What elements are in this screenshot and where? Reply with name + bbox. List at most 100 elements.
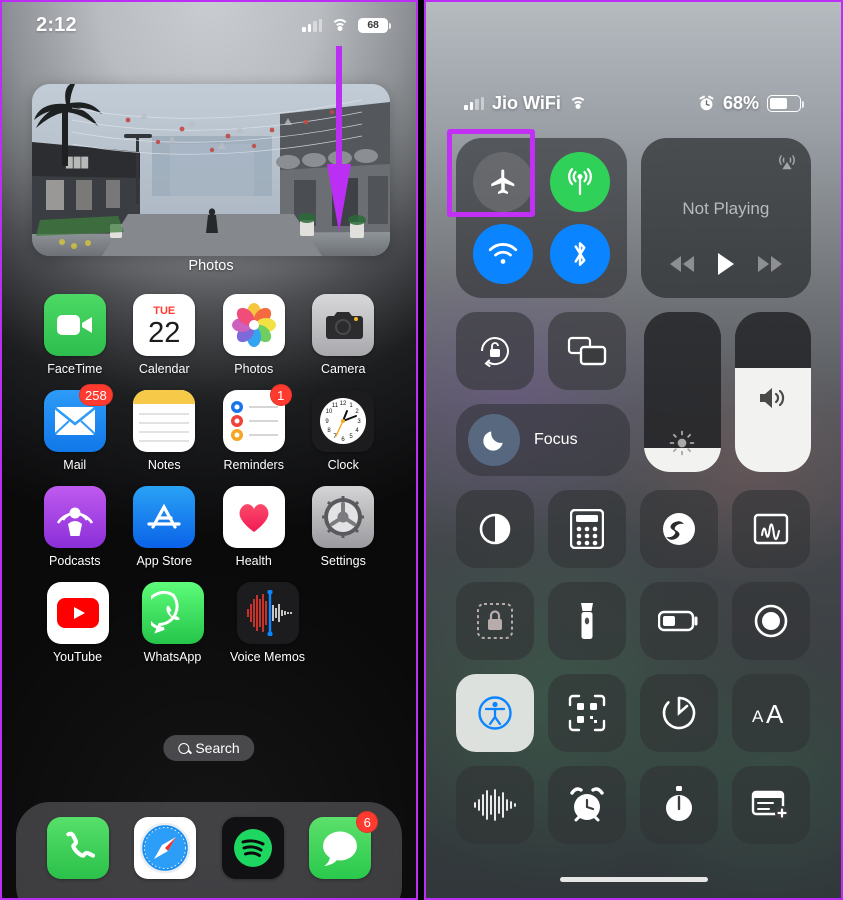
- text-size-shortcut[interactable]: A A: [732, 674, 810, 752]
- app-app-store[interactable]: App Store: [120, 486, 210, 568]
- messages-badge: 6: [356, 811, 379, 833]
- app-label: WhatsApp: [143, 650, 202, 664]
- control-row-connectivity: Not Playing: [447, 129, 811, 298]
- app-settings[interactable]: Settings: [299, 486, 389, 568]
- screen-lock-shortcut[interactable]: [456, 582, 534, 660]
- dock-app-spotify[interactable]: [221, 817, 284, 879]
- brightness-slider[interactable]: [644, 312, 721, 472]
- shazam-shortcut[interactable]: [640, 490, 718, 568]
- dark-mode-toggle[interactable]: [456, 490, 534, 568]
- search-label: Search: [195, 740, 240, 756]
- screen-record-toggle[interactable]: [732, 582, 810, 660]
- volume-icon-wrap: [735, 384, 812, 412]
- screen-mirroring-toggle[interactable]: [548, 312, 626, 390]
- app-clock[interactable]: 12 1 2 3 4567 8 9 10 11 Clock: [299, 390, 389, 472]
- screen-mirroring-icon: [567, 336, 607, 366]
- stopwatch-icon: [666, 786, 692, 821]
- quick-note-shortcut[interactable]: [732, 766, 810, 844]
- app-reminders[interactable]: 1 Reminders: [209, 384, 299, 472]
- app-camera[interactable]: Camera: [299, 294, 389, 376]
- app-mail[interactable]: 258 Mail: [30, 384, 120, 472]
- low-power-mode-toggle[interactable]: [640, 582, 718, 660]
- alarm-icon: [699, 95, 714, 110]
- control-center-grid: Not Playing Focus A A: [447, 129, 812, 858]
- notes-markup-shortcut[interactable]: [732, 490, 810, 568]
- screen-lock-icon: [477, 603, 513, 639]
- app-calendar[interactable]: TUE 22 Calendar: [120, 294, 210, 376]
- alarm-shortcut[interactable]: [548, 766, 626, 844]
- control-row-4: [456, 582, 811, 660]
- media-playback-module[interactable]: Not Playing: [640, 138, 811, 298]
- dock-app-safari[interactable]: [134, 817, 197, 879]
- app-whatsapp[interactable]: WhatsApp: [125, 582, 220, 664]
- qr-scanner-shortcut[interactable]: [548, 674, 626, 752]
- flashlight-toggle[interactable]: [548, 582, 626, 660]
- dock-app-messages[interactable]: 6: [309, 811, 379, 879]
- photos-icon: [222, 294, 285, 356]
- toggles-top-row: [456, 312, 630, 390]
- home-status-bar: 2:12 68: [2, 2, 416, 48]
- timer-icon: [662, 696, 696, 730]
- app-label: YouTube: [52, 650, 103, 664]
- app-label: Photos: [234, 362, 274, 376]
- battery-icon: 68: [358, 17, 391, 33]
- app-facetime[interactable]: FaceTime: [30, 294, 120, 376]
- bluetooth-toggle[interactable]: [550, 224, 610, 284]
- spotify-icon: [221, 817, 284, 879]
- rotation-lock-toggle[interactable]: [456, 312, 534, 390]
- accessibility-shortcut[interactable]: [456, 674, 534, 752]
- calculator-shortcut[interactable]: [548, 490, 626, 568]
- health-icon: [222, 486, 285, 548]
- qr-code-scanner-icon: [568, 694, 606, 732]
- volume-slider[interactable]: [734, 312, 812, 472]
- app-grid: FaceTime TUE 22 Calendar Photos Camera 2…: [2, 294, 416, 678]
- app-health[interactable]: Health: [209, 486, 299, 568]
- airplay-icon[interactable]: [776, 150, 798, 172]
- rewind-icon[interactable]: [669, 256, 695, 272]
- brightness-icon-wrap: [644, 430, 721, 456]
- calculator-icon: [570, 509, 604, 549]
- cellular-signal-icon: [464, 96, 484, 110]
- svg-text:10: 10: [326, 409, 333, 415]
- app-photos[interactable]: Photos: [209, 294, 299, 376]
- bluetooth-icon: [574, 242, 586, 266]
- stopwatch-shortcut[interactable]: [640, 766, 718, 844]
- cellular-data-toggle[interactable]: [550, 152, 610, 212]
- app-row: YouTube WhatsApp Voice Memos: [2, 582, 416, 664]
- app-label: Podcasts: [49, 554, 101, 568]
- wifi-icon: [568, 96, 587, 110]
- app-label: Voice Memos: [229, 650, 306, 664]
- toggles-column: Focus: [456, 312, 630, 476]
- app-podcasts[interactable]: Podcasts: [30, 486, 120, 568]
- widget-label: Photos: [188, 258, 234, 274]
- shazam-icon: [663, 513, 695, 545]
- control-row-5: A A: [456, 674, 811, 752]
- svg-text:A: A: [752, 707, 764, 726]
- search-pill[interactable]: Search: [163, 735, 255, 761]
- dark-mode-icon: [479, 513, 511, 545]
- fast-forward-icon[interactable]: [757, 256, 783, 272]
- media-title: Not Playing: [682, 199, 770, 218]
- notes-icon: [133, 390, 196, 452]
- low-power-mode-icon: [658, 610, 698, 632]
- calendar-icon: TUE 22: [133, 294, 196, 356]
- timer-shortcut[interactable]: [640, 674, 718, 752]
- app-youtube[interactable]: YouTube: [30, 582, 125, 664]
- status-left-group: Jio WiFi: [464, 93, 587, 114]
- podcasts-icon: [43, 486, 106, 548]
- youtube-icon: [46, 582, 109, 644]
- home-indicator[interactable]: [559, 877, 708, 882]
- app-notes[interactable]: Notes: [120, 390, 210, 472]
- app-row: 258 Mail Notes 1 Reminders 12 1 2 3 4 5 …: [2, 384, 416, 472]
- focus-toggle[interactable]: Focus: [456, 404, 630, 476]
- app-label: Clock: [327, 458, 359, 472]
- app-label: Health: [235, 554, 272, 568]
- wifi-toggle[interactable]: [472, 224, 533, 284]
- brightness-icon: [669, 430, 695, 456]
- dock-app-phone[interactable]: [46, 817, 109, 879]
- sound-recognition-shortcut[interactable]: [456, 766, 534, 844]
- app-voice-memos[interactable]: Voice Memos: [220, 582, 315, 664]
- play-icon[interactable]: [716, 252, 736, 276]
- app-row: FaceTime TUE 22 Calendar Photos Camera: [2, 294, 416, 376]
- app-label: Camera: [321, 362, 366, 376]
